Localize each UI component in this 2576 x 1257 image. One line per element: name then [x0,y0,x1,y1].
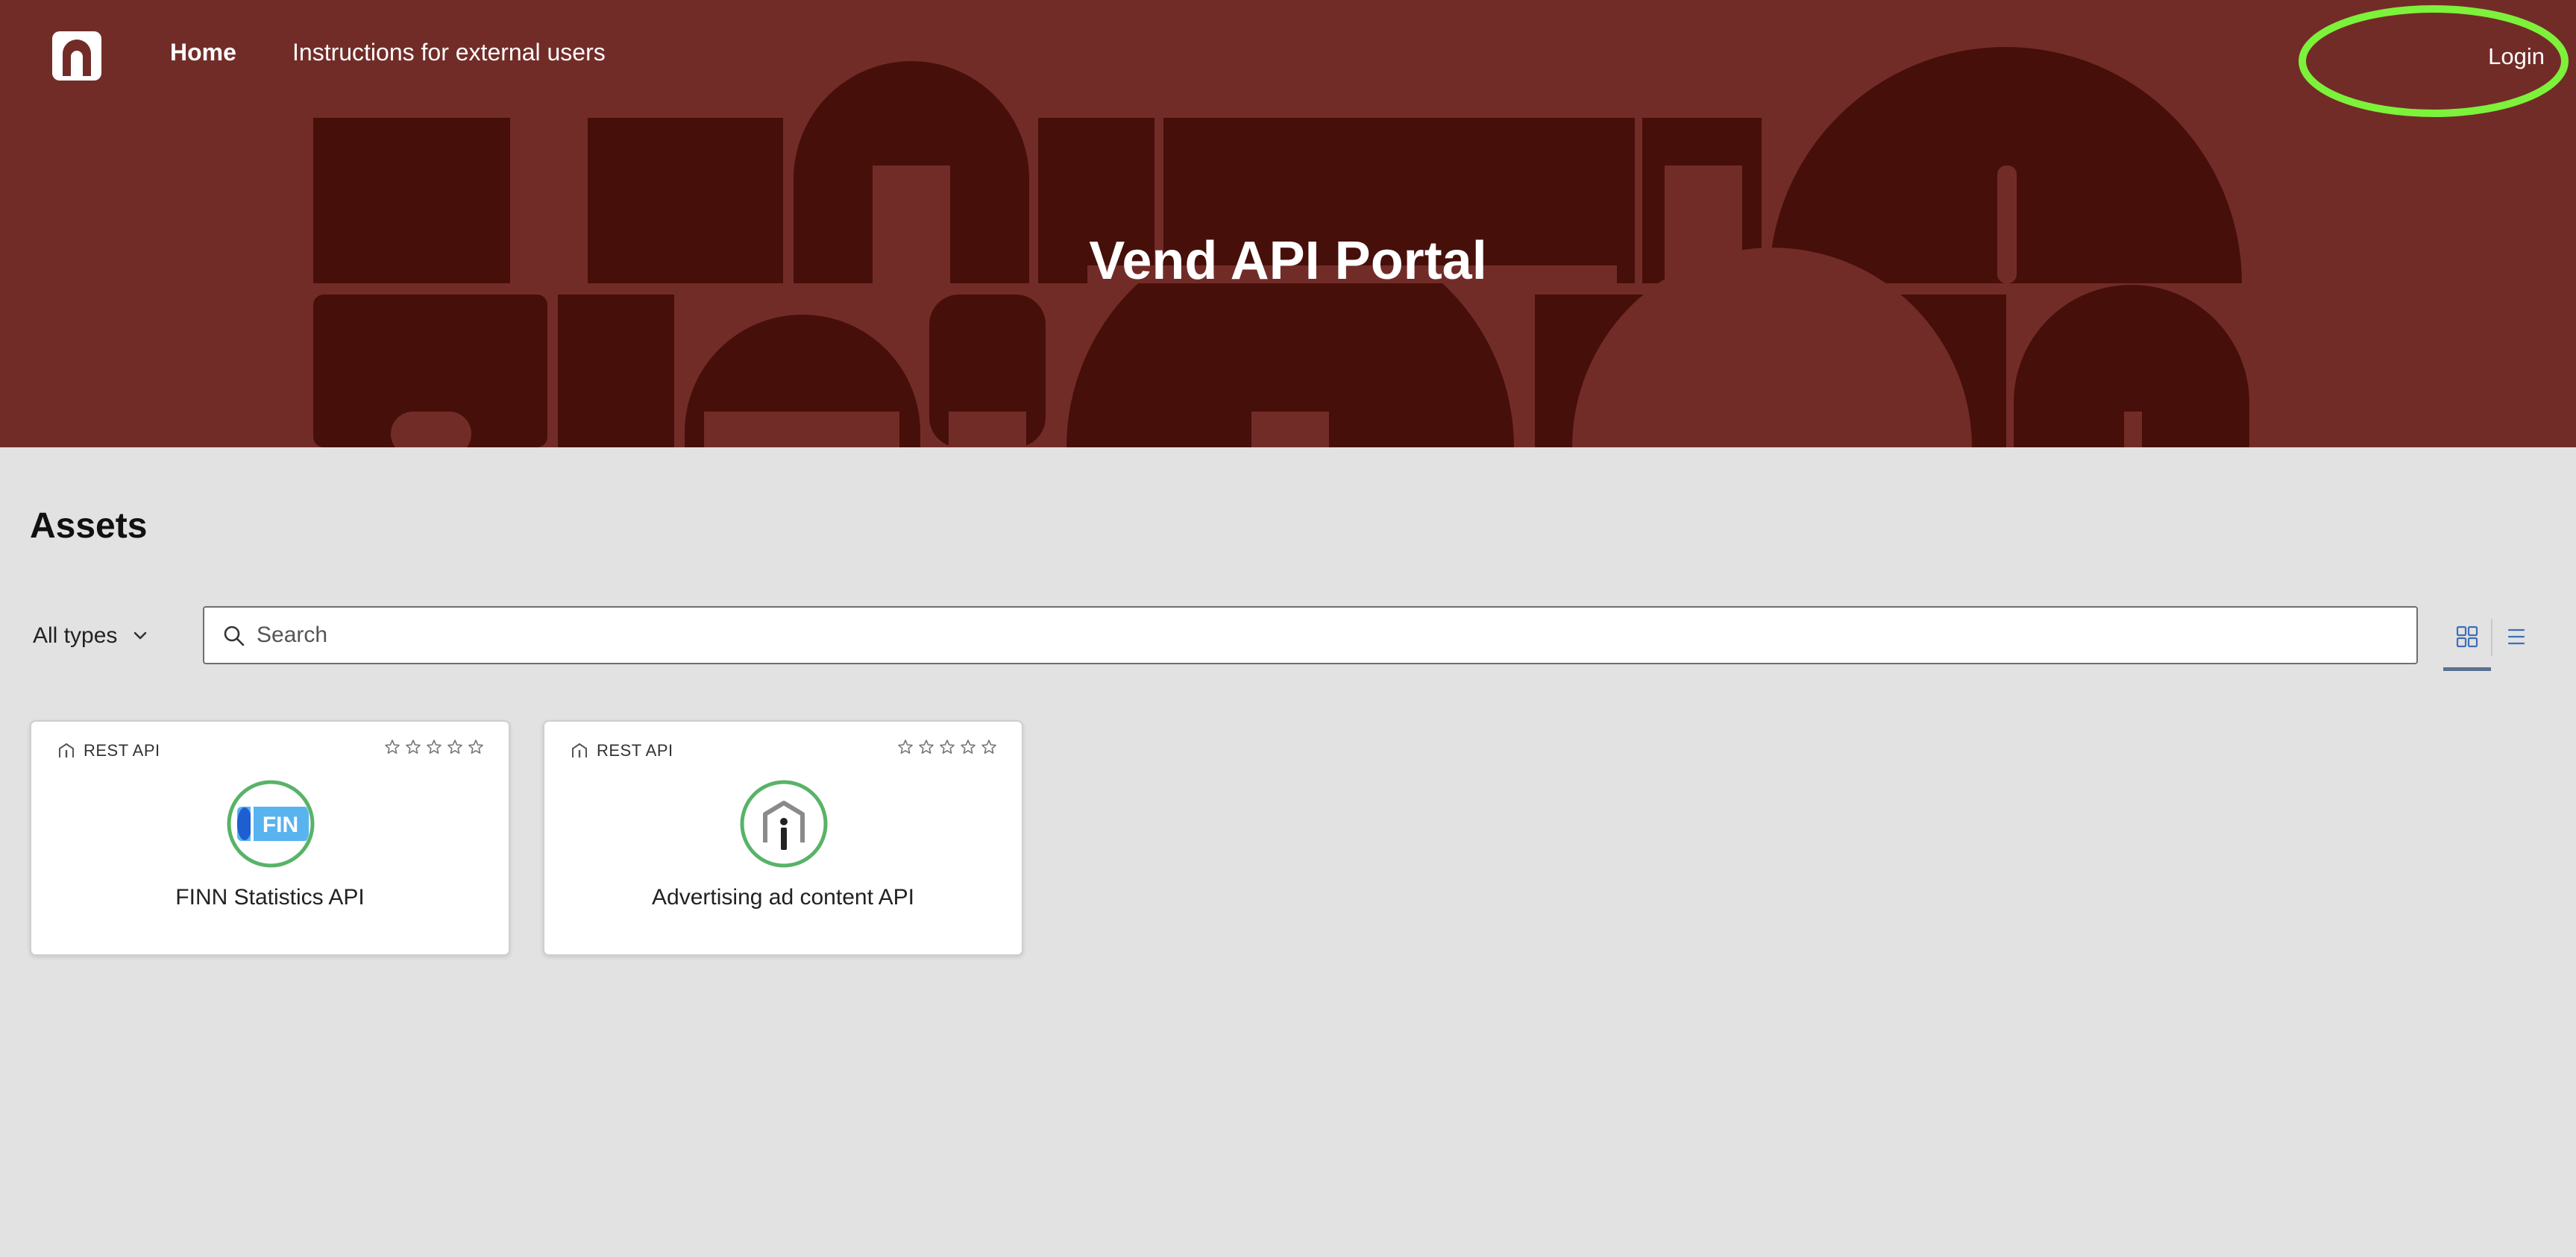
page-title: Vend API Portal [1089,231,1487,291]
asset-type: REST API [570,741,673,760]
asset-title[interactable]: Advertising ad content API [544,883,1022,913]
grid-view-button[interactable] [2442,611,2491,671]
grid-icon [2456,626,2478,648]
type-filter-dropdown[interactable]: All types [33,611,150,661]
asset-type: REST API [57,741,160,760]
asset-title[interactable]: FINN Statistics API [31,883,509,913]
search-icon [224,626,245,646]
star-icon[interactable] [467,738,485,756]
list-view-button[interactable] [2491,611,2540,664]
api-house-logo-icon [740,780,828,868]
star-icon[interactable] [446,738,464,756]
list-icon [2507,628,2525,645]
star-icon[interactable] [938,738,956,756]
star-icon[interactable] [959,738,977,756]
top-navigation: Home Instructions for external users Log… [0,0,2576,112]
rest-api-icon [59,743,74,757]
nav-instructions-link[interactable]: Instructions for external users [292,37,606,67]
hero-banner: Home Instructions for external users Log… [0,0,2576,447]
asset-type-label: REST API [84,741,160,760]
search-input[interactable] [252,608,2400,663]
finn-logo-icon: FIN [227,780,315,868]
nav-home-link[interactable]: Home [170,37,236,67]
star-rating[interactable] [896,738,998,756]
login-button[interactable]: Login [2488,42,2545,72]
star-icon[interactable] [383,738,401,756]
asset-card[interactable]: REST API Advertising ad content API [543,720,1023,956]
star-icon[interactable] [896,738,914,756]
assets-heading: Assets [30,506,148,546]
asset-card[interactable]: REST API FIN FINN Statistics API [30,720,510,956]
star-icon[interactable] [425,738,443,756]
star-icon[interactable] [404,738,422,756]
rest-api-icon [572,743,587,757]
type-filter-label: All types [33,623,118,648]
portal-logo-icon[interactable] [52,31,101,81]
star-icon[interactable] [980,738,998,756]
asset-type-label: REST API [597,741,673,760]
finn-logo-text: FIN [263,813,298,837]
chevron-down-icon [134,631,147,640]
search-field[interactable] [203,606,2418,664]
star-rating[interactable] [383,738,485,756]
star-icon[interactable] [917,738,935,756]
